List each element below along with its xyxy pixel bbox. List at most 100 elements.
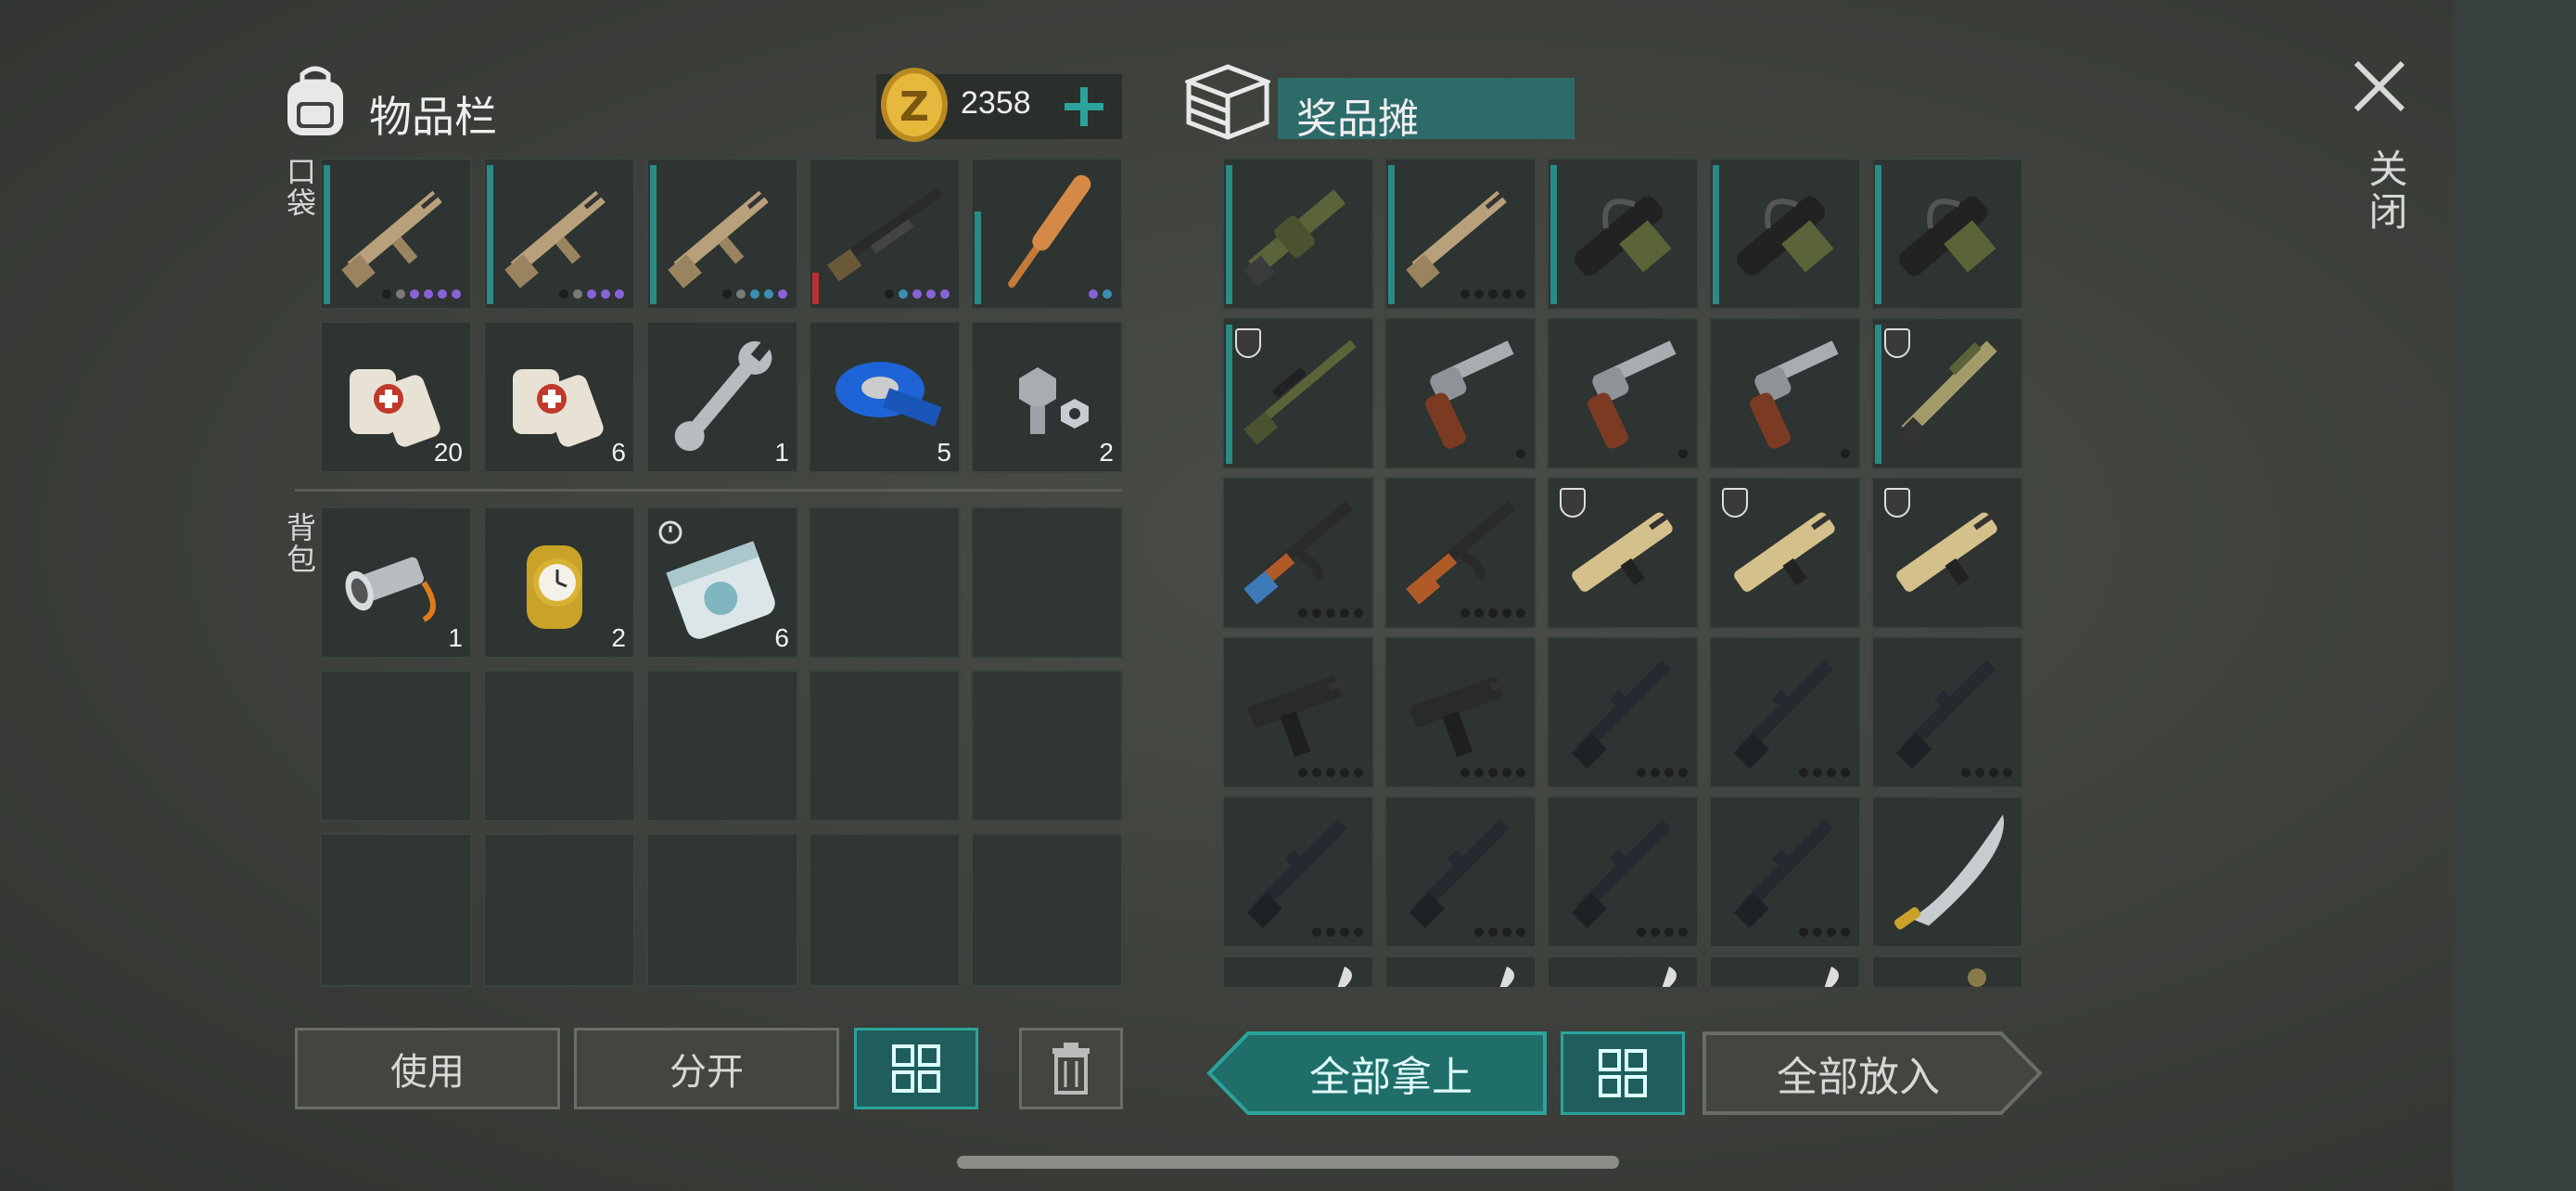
knife-icon [1499,967,1514,987]
prize-slot[interactable] [1547,796,1699,948]
revolver-icon [1425,340,1514,449]
prize-slot[interactable] [1709,796,1861,948]
ak47-icon [1406,501,1515,605]
item-count: 5 [937,438,951,467]
item-count: 6 [774,623,789,652]
take-all-button[interactable]: 全部拿上 [1205,1031,1549,1115]
baseball-bat-icon [1008,174,1091,288]
pocket-slot[interactable] [320,158,472,310]
knife-icon [1662,967,1677,987]
grid-icon [892,1044,940,1093]
pocket-slot[interactable]: 20 [320,321,472,473]
pocket-slot[interactable] [971,158,1123,310]
prize-slot[interactable] [1871,955,2023,987]
prize-slot[interactable] [1871,796,2023,948]
backpack-slot-empty[interactable] [646,833,798,987]
prize-slot[interactable] [1871,477,2023,629]
prize-grid[interactable] [1222,158,2025,987]
backpack-slot-empty[interactable] [809,506,961,659]
prize-slot[interactable] [1709,477,1861,629]
shield-icon [1722,488,1748,518]
pocket-slot[interactable]: 6 [483,321,635,473]
prize-slot[interactable] [1222,317,1374,469]
minigun-icon [1736,196,1834,276]
prize-slot[interactable] [1547,477,1699,629]
backpack-slot-empty[interactable] [971,670,1123,822]
put-all-button[interactable]: 全部放入 [1701,1031,2044,1115]
prize-stall-title-bar: 奖品摊 [1278,78,1575,143]
shield-icon [1884,488,1910,518]
pocket-slot[interactable]: 5 [809,321,961,473]
split-button[interactable]: 分开 [574,1028,839,1109]
prize-slot[interactable] [1547,158,1699,310]
pocket-slot[interactable] [646,158,798,310]
prize-slot[interactable] [1871,636,2023,788]
prize-slot[interactable] [1384,477,1537,629]
rifle-icon [504,181,616,288]
prize-slot[interactable] [1709,158,1861,310]
sort-grid-button[interactable] [854,1028,978,1109]
backpack-slot[interactable]: 1 [320,506,472,659]
prize-slot[interactable] [1222,636,1374,788]
shield-icon [1884,328,1910,358]
m16-icon [1246,819,1347,928]
prize-slot[interactable] [1384,317,1537,469]
m16-icon [1733,819,1834,928]
knife-icon [1824,967,1839,987]
backpack-slot[interactable]: 6 [646,506,798,659]
backpack-slot-empty[interactable] [320,670,472,822]
m16-icon [1571,819,1672,928]
home-indicator[interactable] [957,1156,1619,1169]
pocket-slot[interactable] [809,158,961,310]
close-label[interactable]: 关闭 [2357,148,2414,234]
prize-slot[interactable] [1709,317,1861,469]
shield-icon [1235,328,1261,358]
revolver-icon [1750,340,1839,449]
item-count: 6 [611,438,626,467]
backpack-slot[interactable]: 2 [483,506,635,659]
pocket-slot[interactable]: 1 [646,321,798,473]
prize-slot[interactable] [1222,477,1374,629]
backpack-slot-empty[interactable] [809,833,961,987]
prize-slot[interactable] [1222,955,1374,987]
minigun-icon [1574,196,1672,276]
prize-slot[interactable] [1709,955,1861,987]
coin-icon: Z [879,67,950,143]
backpack-slot-empty[interactable] [809,670,961,822]
machete-icon [1894,814,2004,929]
prize-slot[interactable] [1709,636,1861,788]
pocket-slot[interactable] [483,158,635,310]
svg-text:Z: Z [899,83,929,131]
backpack-slot-empty[interactable] [483,670,635,822]
prize-slot[interactable] [1871,317,2023,469]
prize-slot[interactable] [1384,636,1537,788]
prize-slot[interactable] [1222,158,1374,310]
m16-icon [1409,819,1510,928]
delete-button[interactable] [1019,1028,1123,1109]
prize-slot[interactable] [1871,158,2023,310]
prize-slot[interactable] [1384,158,1537,310]
backpack-slot-empty[interactable] [320,833,472,987]
put-all-label: 全部放入 [1777,1054,1940,1101]
item-count: 1 [774,438,789,467]
sort-grid-button-right[interactable] [1561,1031,1685,1115]
backpack-slot-empty[interactable] [483,833,635,987]
pocket-slot[interactable]: 2 [971,321,1123,473]
prize-slot[interactable] [1384,796,1537,948]
backpack-slot-empty[interactable] [646,670,798,822]
prize-slot[interactable] [1384,955,1537,987]
rifle-icon [668,181,779,288]
backpack-slot-empty[interactable] [971,506,1123,659]
use-button[interactable]: 使用 [295,1028,560,1109]
add-coins-icon[interactable] [1061,83,1107,130]
prize-slot[interactable] [1222,796,1374,948]
close-icon[interactable] [2351,58,2408,115]
prize-slot[interactable] [1547,636,1699,788]
prize-slot[interactable] [1547,317,1699,469]
shield-icon [1560,488,1586,518]
take-all-label: 全部拿上 [1309,1054,1473,1101]
prize-slot[interactable] [1547,955,1699,987]
divider [295,489,1122,492]
backpack-slot-empty[interactable] [971,833,1123,987]
minigun-icon [1898,196,1996,276]
